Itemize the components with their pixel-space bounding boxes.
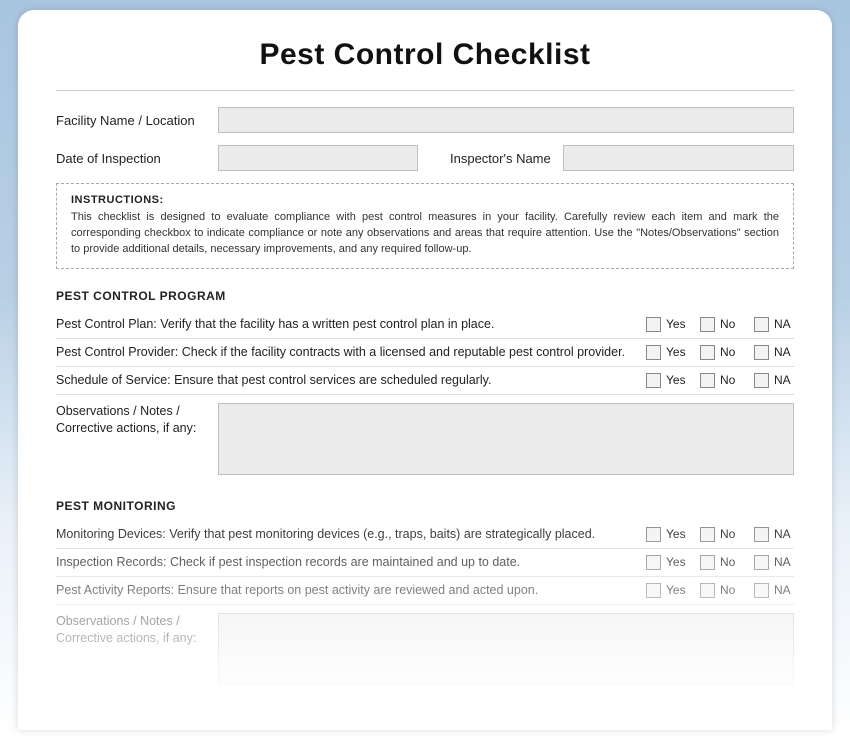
checkbox-na[interactable] xyxy=(754,555,769,570)
checkbox-na[interactable] xyxy=(754,317,769,332)
check-options: Yes No NA xyxy=(646,345,794,360)
notes-row: Observations / Notes / Corrective action… xyxy=(56,403,794,475)
option-yes-label: Yes xyxy=(666,373,686,387)
option-no-label: No xyxy=(720,373,740,387)
option-na-label: NA xyxy=(774,373,794,387)
option-na-label: NA xyxy=(774,317,794,331)
check-options: Yes No NA xyxy=(646,555,794,570)
checkbox-no[interactable] xyxy=(700,317,715,332)
instructions-body: This checklist is designed to evaluate c… xyxy=(71,210,779,258)
option-no-label: No xyxy=(720,317,740,331)
option-no-label: No xyxy=(720,345,740,359)
facility-input[interactable] xyxy=(218,107,794,133)
inspector-label: Inspector's Name xyxy=(450,151,551,166)
option-yes-label: Yes xyxy=(666,317,686,331)
check-options: Yes No NA xyxy=(646,317,794,332)
checkbox-yes[interactable] xyxy=(646,373,661,388)
check-item-text: Pest Control Plan: Verify that the facil… xyxy=(56,317,638,331)
option-no-label: No xyxy=(720,583,740,597)
option-na-label: NA xyxy=(774,527,794,541)
section-header-program: PEST CONTROL PROGRAM xyxy=(56,289,794,303)
checkbox-no[interactable] xyxy=(700,555,715,570)
check-options: Yes No NA xyxy=(646,527,794,542)
check-row: Pest Control Plan: Verify that the facil… xyxy=(56,311,794,339)
option-na-label: NA xyxy=(774,555,794,569)
option-no-label: No xyxy=(720,527,740,541)
instructions-heading: INSTRUCTIONS: xyxy=(71,194,779,206)
checkbox-yes[interactable] xyxy=(646,555,661,570)
check-item-text: Schedule of Service: Ensure that pest co… xyxy=(56,373,638,387)
checkbox-na[interactable] xyxy=(754,373,769,388)
option-yes-label: Yes xyxy=(666,555,686,569)
section-header-monitoring: PEST MONITORING xyxy=(56,499,794,513)
checkbox-yes[interactable] xyxy=(646,527,661,542)
notes-label: Observations / Notes / Corrective action… xyxy=(56,403,206,475)
notes-textarea[interactable] xyxy=(218,403,794,475)
checkbox-no[interactable] xyxy=(700,345,715,360)
check-row: Pest Control Provider: Check if the faci… xyxy=(56,339,794,367)
check-row: Monitoring Devices: Verify that pest mon… xyxy=(56,521,794,549)
checkbox-na[interactable] xyxy=(754,345,769,360)
checkbox-no[interactable] xyxy=(700,527,715,542)
document-page: Pest Control Checklist Facility Name / L… xyxy=(18,10,832,730)
option-no-label: No xyxy=(720,555,740,569)
date-label: Date of Inspection xyxy=(56,151,206,166)
check-item-text: Pest Control Provider: Check if the faci… xyxy=(56,345,638,359)
page-title: Pest Control Checklist xyxy=(56,38,794,72)
check-options: Yes No NA xyxy=(646,373,794,388)
option-yes-label: Yes xyxy=(666,527,686,541)
option-na-label: NA xyxy=(774,345,794,359)
check-row: Pest Activity Reports: Ensure that repor… xyxy=(56,577,794,605)
check-item-text: Monitoring Devices: Verify that pest mon… xyxy=(56,527,638,541)
notes-row: Observations / Notes / Corrective action… xyxy=(56,613,794,685)
check-options: Yes No NA xyxy=(646,583,794,598)
date-inspector-row: Date of Inspection Inspector's Name xyxy=(56,145,794,171)
option-yes-label: Yes xyxy=(666,583,686,597)
facility-row: Facility Name / Location xyxy=(56,107,794,133)
checkbox-yes[interactable] xyxy=(646,345,661,360)
instructions-box: INSTRUCTIONS: This checklist is designed… xyxy=(56,183,794,269)
inspector-input[interactable] xyxy=(563,145,794,171)
check-row: Inspection Records: Check if pest inspec… xyxy=(56,549,794,577)
title-divider xyxy=(56,90,794,91)
checkbox-no[interactable] xyxy=(700,373,715,388)
check-item-text: Pest Activity Reports: Ensure that repor… xyxy=(56,583,638,597)
option-yes-label: Yes xyxy=(666,345,686,359)
checkbox-na[interactable] xyxy=(754,583,769,598)
checkbox-no[interactable] xyxy=(700,583,715,598)
date-input[interactable] xyxy=(218,145,418,171)
notes-label: Observations / Notes / Corrective action… xyxy=(56,613,206,685)
facility-label: Facility Name / Location xyxy=(56,113,206,128)
checkbox-yes[interactable] xyxy=(646,583,661,598)
checkbox-na[interactable] xyxy=(754,527,769,542)
notes-textarea[interactable] xyxy=(218,613,794,685)
check-row: Schedule of Service: Ensure that pest co… xyxy=(56,367,794,395)
check-item-text: Inspection Records: Check if pest inspec… xyxy=(56,555,638,569)
checkbox-yes[interactable] xyxy=(646,317,661,332)
option-na-label: NA xyxy=(774,583,794,597)
